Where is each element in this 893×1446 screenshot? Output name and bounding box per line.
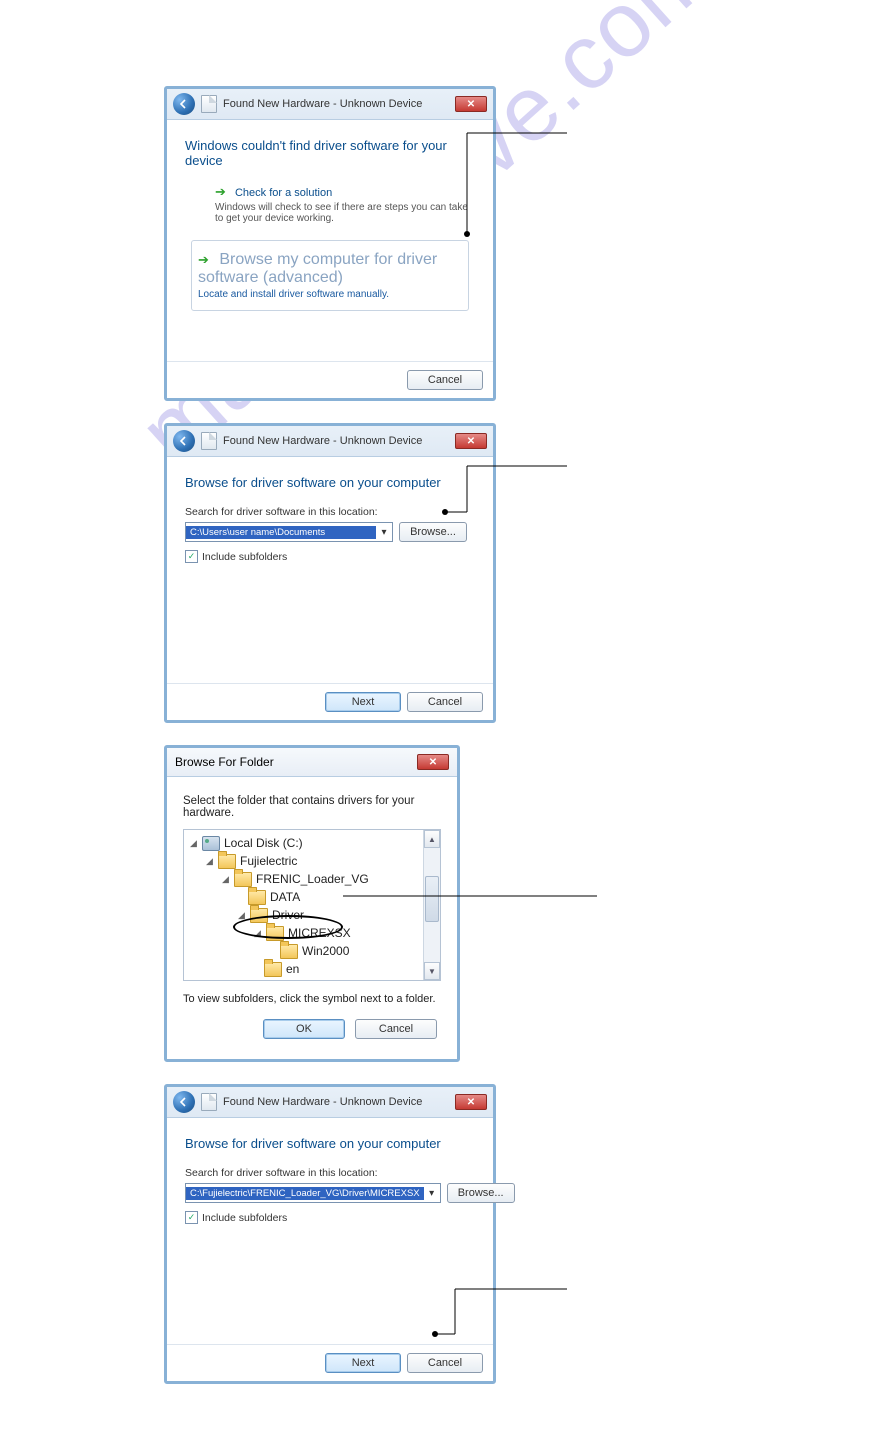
- folder-icon: [218, 854, 236, 869]
- page-icon: [201, 1093, 217, 1111]
- cancel-button[interactable]: Cancel: [407, 1353, 483, 1373]
- tree-node-frenic-loader[interactable]: ◢ FRENIC_Loader_VG: [190, 870, 423, 888]
- browse-button[interactable]: Browse...: [447, 1183, 515, 1203]
- expand-icon[interactable]: ◢: [254, 928, 264, 939]
- search-label: Search for driver software in this locat…: [185, 506, 475, 518]
- back-button[interactable]: [173, 1091, 195, 1113]
- tree-node-data[interactable]: DATA: [190, 888, 423, 906]
- folder-icon: [234, 872, 252, 887]
- include-subfolders-checkbox[interactable]: ✓: [185, 1211, 198, 1224]
- scrollbar[interactable]: ▲ ▼: [423, 830, 440, 980]
- expand-icon[interactable]: ◢: [190, 838, 200, 849]
- tree-label: DATA: [270, 890, 300, 904]
- path-combobox[interactable]: C:\Fujielectric\FRENIC_Loader_VG\Driver\…: [185, 1183, 441, 1203]
- heading: Windows couldn't find driver software fo…: [185, 138, 475, 168]
- dialog-browse-driver-1: Found New Hardware - Unknown Device ✕ Br…: [164, 423, 496, 723]
- expand-icon[interactable]: ◢: [222, 874, 232, 885]
- folder-icon: [248, 890, 266, 905]
- option-check-solution[interactable]: ➔ Check for a solution Windows will chec…: [215, 184, 475, 224]
- option-desc: Windows will check to see if there are s…: [215, 202, 475, 224]
- tree-label: Local Disk (C:): [224, 836, 303, 850]
- path-value: C:\Users\user name\Documents: [186, 526, 376, 539]
- tree-node-micrexsx[interactable]: ◢ MICREXSX: [190, 924, 423, 942]
- next-button[interactable]: Next: [325, 692, 401, 712]
- titlebar: Browse For Folder ✕: [167, 748, 457, 777]
- cancel-button[interactable]: Cancel: [407, 370, 483, 390]
- disk-icon: [202, 836, 220, 851]
- tree-label: Fujielectric: [240, 854, 297, 868]
- page-icon: [201, 432, 217, 450]
- path-combobox[interactable]: C:\Users\user name\Documents ▾: [185, 522, 393, 542]
- hint-text: To view subfolders, click the symbol nex…: [183, 993, 441, 1005]
- folder-icon: [266, 926, 284, 941]
- dialog-browse-for-folder: Browse For Folder ✕ Select the folder th…: [164, 745, 460, 1062]
- close-button[interactable]: ✕: [455, 433, 487, 449]
- close-button[interactable]: ✕: [455, 96, 487, 112]
- window-title: Browse For Folder: [175, 755, 274, 769]
- tree-label: Win2000: [302, 944, 349, 958]
- tree-label: MICREXSX: [288, 926, 351, 940]
- dialog-browse-driver-2: Found New Hardware - Unknown Device ✕ Br…: [164, 1084, 496, 1384]
- chevron-down-icon[interactable]: ▾: [424, 1184, 440, 1202]
- scroll-up-icon[interactable]: ▲: [424, 830, 440, 848]
- expand-icon[interactable]: ◢: [238, 910, 248, 921]
- heading: Browse for driver software on your compu…: [185, 1136, 475, 1151]
- folder-icon: [280, 944, 298, 959]
- option-title: Browse my computer for driver software (…: [198, 251, 437, 286]
- tree-label: FRENIC_Loader_VG: [256, 872, 369, 886]
- titlebar: Found New Hardware - Unknown Device ✕: [167, 426, 493, 457]
- tree-label: Driver: [272, 908, 304, 922]
- close-button[interactable]: ✕: [455, 1094, 487, 1110]
- option-title: Check for a solution: [235, 187, 332, 199]
- option-desc: Locate and install driver software manua…: [198, 289, 458, 300]
- arrow-icon: ➔: [198, 252, 209, 267]
- path-value: C:\Fujielectric\FRENIC_Loader_VG\Driver\…: [186, 1187, 424, 1200]
- include-subfolders-label: Include subfolders: [202, 551, 287, 563]
- arrow-icon: ➔: [215, 184, 226, 199]
- back-button[interactable]: [173, 430, 195, 452]
- window-title: Found New Hardware - Unknown Device: [223, 1096, 422, 1108]
- back-button[interactable]: [173, 93, 195, 115]
- folder-icon: [250, 908, 268, 923]
- tree-node-driver[interactable]: ◢ Driver: [190, 906, 423, 924]
- tree-node-localdisk[interactable]: ◢ Local Disk (C:): [190, 834, 423, 852]
- close-button[interactable]: ✕: [417, 754, 449, 770]
- titlebar: Found New Hardware - Unknown Device ✕: [167, 89, 493, 120]
- scroll-thumb[interactable]: [425, 876, 439, 922]
- browse-button[interactable]: Browse...: [399, 522, 467, 542]
- scroll-track[interactable]: [424, 848, 440, 962]
- scroll-down-icon[interactable]: ▼: [424, 962, 440, 980]
- ok-button[interactable]: OK: [263, 1019, 345, 1039]
- folder-icon: [264, 962, 282, 977]
- chevron-down-icon[interactable]: ▾: [376, 523, 392, 541]
- include-subfolders-checkbox[interactable]: ✓: [185, 550, 198, 563]
- option-browse-advanced[interactable]: ➔ Browse my computer for driver software…: [191, 240, 469, 311]
- cancel-button[interactable]: Cancel: [407, 692, 483, 712]
- window-title: Found New Hardware - Unknown Device: [223, 98, 422, 110]
- tree-label: en: [286, 962, 299, 976]
- tree-node-en[interactable]: en: [190, 960, 423, 978]
- dialog-found-new-hardware-1: Found New Hardware - Unknown Device ✕ Wi…: [164, 86, 496, 401]
- window-title: Found New Hardware - Unknown Device: [223, 435, 422, 447]
- titlebar: Found New Hardware - Unknown Device ✕: [167, 1087, 493, 1118]
- tree-node-fujielectric[interactable]: ◢ Fujielectric: [190, 852, 423, 870]
- instruction-text: Select the folder that contains drivers …: [183, 795, 441, 819]
- next-button[interactable]: Next: [325, 1353, 401, 1373]
- tree-node-win2000[interactable]: Win2000: [190, 942, 423, 960]
- search-label: Search for driver software in this locat…: [185, 1167, 475, 1179]
- include-subfolders-label: Include subfolders: [202, 1212, 287, 1224]
- expand-icon[interactable]: ◢: [206, 856, 216, 867]
- page-icon: [201, 95, 217, 113]
- folder-tree: ◢ Local Disk (C:) ◢ Fujielectric ◢ FRENI…: [183, 829, 441, 981]
- heading: Browse for driver software on your compu…: [185, 475, 475, 490]
- cancel-button[interactable]: Cancel: [355, 1019, 437, 1039]
